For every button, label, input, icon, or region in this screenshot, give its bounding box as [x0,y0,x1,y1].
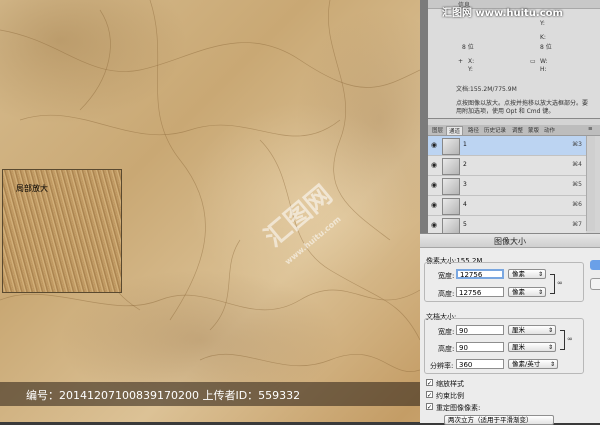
eye-icon[interactable]: ◉ [431,162,439,169]
eye-icon[interactable]: ◉ [431,222,439,229]
info-y2-label: Y: [468,66,473,73]
cancel-button[interactable] [590,278,600,290]
info-bits-left: 8 位 [462,44,474,51]
image-size-dialog: 图像大小 像素大小:155.2M 宽度: 12756 像素 ⇕ 高度: 12756… [420,233,600,425]
channel-row[interactable]: ◉ 4 ⌘6 [428,196,586,216]
info-bits-right: 8 位 [540,44,552,51]
crosshair-icon: + [458,58,464,65]
tab-paths[interactable]: 路径 [466,126,481,134]
doc-width-input[interactable]: 90 [456,325,504,335]
tab-actions[interactable]: 动作 [542,126,557,134]
chain-link-icon: ∞ [567,335,573,343]
doc-height-label: 高度: [438,345,455,353]
select-arrow-icon: ⇕ [537,289,543,296]
select-arrow-icon: ⇕ [549,361,555,368]
tab-channels[interactable]: 通道 [446,126,464,135]
chain-link-icon: ∞ [557,279,563,287]
resolution-label: 分辨率: [430,362,454,370]
channel-thumbnail [442,138,460,155]
channel-shortcut: ⌘4 [572,161,582,168]
site-logo: 汇图网 www.huitu.com [442,8,563,19]
channel-shortcut: ⌘6 [572,201,582,208]
pixel-height-unit-select[interactable]: 像素 ⇕ [508,287,546,297]
eye-icon[interactable]: ◉ [431,142,439,149]
doc-height-unit: 厘米 [512,343,525,351]
channels-scrollbar[interactable] [586,136,595,231]
doc-height-input[interactable]: 90 [456,342,504,352]
info-h-label: H: [540,66,547,73]
resolution-unit: 像素/英寸 [512,360,541,368]
doc-height-unit-select[interactable]: 厘米 ⇕ [508,342,556,352]
tab-masks[interactable]: 蒙版 [526,126,541,134]
dialog-titlebar[interactable]: 图像大小 [420,234,600,248]
resolution-input[interactable]: 360 [456,359,504,369]
resolution-unit-select[interactable]: 像素/英寸 ⇕ [508,359,558,369]
doc-width-unit-select[interactable]: 厘米 ⇕ [508,325,556,335]
info-x-label: X: [468,58,475,65]
tab-layers[interactable]: 图层 [430,126,445,134]
dialog-title: 图像大小 [494,237,526,246]
channel-shortcut: ⌘3 [572,141,582,148]
channel-row[interactable]: ◉ 2 ⌘4 [428,156,586,176]
channels-panel: 图层 通道 路径 历史记录 调整 蒙版 动作 ≡ ◉ 1 ⌘3 ◉ 2 ⌘4 ◉… [428,118,600,236]
resample-checkbox[interactable]: ✓ [426,403,433,411]
panel-menu-icon[interactable]: ≡ [586,126,595,132]
pixel-width-input[interactable]: 12756 [456,269,504,279]
doc-link-bracket [560,330,565,350]
scale-styles-label: 缩放样式 [436,380,464,388]
pixel-height-label: 高度: [438,290,455,298]
channel-shortcut: ⌘5 [572,181,582,188]
channel-shortcut: ⌘7 [572,221,582,228]
tab-adjustments[interactable]: 调整 [510,126,525,134]
info-doc-size: 文档:155.2M/775.9M [456,86,517,93]
scale-styles-checkbox[interactable]: ✓ [426,379,433,387]
channel-name: 3 [463,181,467,188]
panel-tab-bar: 图层 通道 路径 历史记录 调整 蒙版 动作 ≡ [428,125,600,136]
channel-row[interactable]: ◉ 3 ⌘5 [428,176,586,196]
select-arrow-icon: ⇕ [547,344,553,351]
channel-name: 2 [463,161,467,168]
eye-icon[interactable]: ◉ [431,182,439,189]
ok-button[interactable] [590,260,600,270]
doc-width-unit: 厘米 [512,326,525,334]
channel-thumbnail [442,178,460,195]
marquee-icon: ▭ [530,58,536,65]
pixel-width-label: 宽度: [438,272,455,280]
channel-row[interactable]: ◉ 1 ⌘3 [428,136,586,156]
select-arrow-icon: ⇕ [547,327,553,334]
constrain-proportions-label: 约束比例 [436,392,464,400]
constrain-proportions-checkbox[interactable]: ✓ [426,391,433,399]
pixel-height-input[interactable]: 12756 [456,287,504,297]
zoom-label: 局部放大 [16,184,48,193]
pixel-link-bracket [550,274,555,294]
select-arrow-icon: ⇕ [537,271,543,278]
pixel-width-unit: 像素 [512,270,525,278]
info-k-label: K: [540,34,546,41]
info-y-label: Y: [540,20,545,27]
channel-name: 1 [463,141,467,148]
resample-method-select[interactable]: 两次立方（适用于平滑渐变） [444,415,554,425]
image-caption: 编号：20141207100839170200 上传者ID：559332 [26,389,301,402]
info-hint-line2: 用附加选项，使用 Opt 和 Cmd 键。 [456,108,555,115]
channel-thumbnail [442,158,460,175]
pixel-width-unit-select[interactable]: 像素 ⇕ [508,269,546,279]
doc-width-label: 宽度: [438,328,455,336]
resample-method: 两次立方（适用于平滑渐变） [448,416,533,424]
info-w-label: W: [540,58,548,65]
resample-label: 重定图像像素: [436,404,481,412]
eye-icon[interactable]: ◉ [431,202,439,209]
pixel-height-unit: 像素 [512,288,525,296]
channel-thumbnail [442,198,460,215]
channel-name: 5 [463,221,467,228]
channel-name: 4 [463,201,467,208]
tab-history[interactable]: 历史记录 [482,126,508,134]
